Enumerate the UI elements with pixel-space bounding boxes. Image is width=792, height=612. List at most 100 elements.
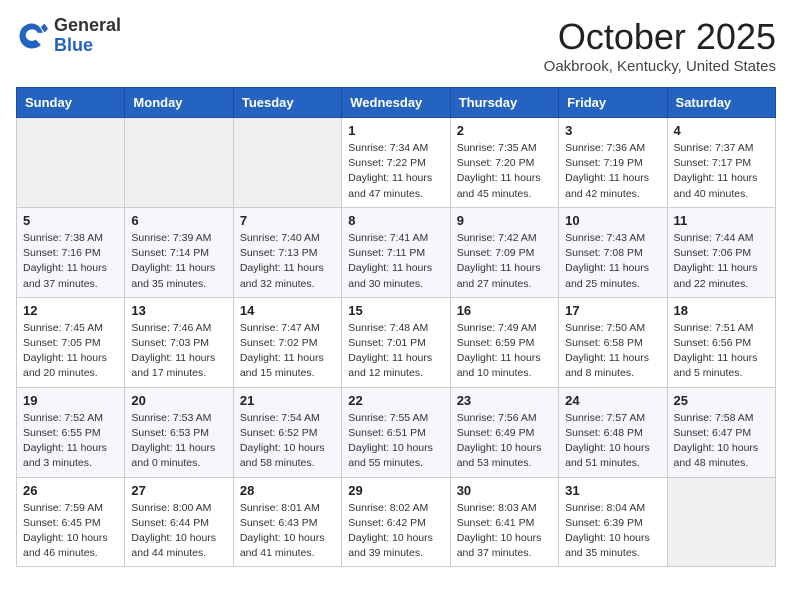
day-info: Sunrise: 7:46 AM Sunset: 7:03 PM Dayligh… [131,321,226,382]
day-number: 27 [131,483,226,498]
day-number: 8 [348,213,443,228]
day-info: Sunrise: 7:39 AM Sunset: 7:14 PM Dayligh… [131,231,226,292]
calendar-cell: 12 Sunrise: 7:45 AM Sunset: 7:05 PM Dayli… [17,297,125,387]
calendar-cell: 4 Sunrise: 7:37 AM Sunset: 7:17 PM Daylig… [667,118,775,208]
day-number: 22 [348,393,443,408]
calendar-week-row: 26Sunrise: 7:59 AM Sunset: 6:45 PM Dayli… [17,477,776,567]
weekday-header-monday: Monday [125,88,233,118]
calendar-cell: 6 Sunrise: 7:39 AM Sunset: 7:14 PM Daylig… [125,207,233,297]
day-number: 14 [240,303,335,318]
weekday-header-tuesday: Tuesday [233,88,341,118]
calendar-cell: 23 Sunrise: 7:56 AM Sunset: 6:49 PM Dayli… [450,387,558,477]
calendar-week-row: 19 Sunrise: 7:52 AM Sunset: 6:55 PM Dayli… [17,387,776,477]
calendar-cell: 26Sunrise: 7:59 AM Sunset: 6:45 PM Dayli… [17,477,125,567]
weekday-header-friday: Friday [559,88,667,118]
day-info: Sunrise: 8:00 AM Sunset: 6:44 PM Dayligh… [131,501,226,562]
day-info: Sunrise: 8:01 AM Sunset: 6:43 PM Dayligh… [240,501,335,562]
day-number: 24 [565,393,660,408]
logo: General Blue [16,16,121,56]
day-number: 23 [457,393,552,408]
day-info: Sunrise: 7:34 AM Sunset: 7:22 PM Dayligh… [348,141,443,202]
calendar-cell: 24Sunrise: 7:57 AM Sunset: 6:48 PM Dayli… [559,387,667,477]
day-info: Sunrise: 7:38 AM Sunset: 7:16 PM Dayligh… [23,231,118,292]
calendar-cell: 19 Sunrise: 7:52 AM Sunset: 6:55 PM Dayli… [17,387,125,477]
weekday-header-sunday: Sunday [17,88,125,118]
calendar-cell: 14Sunrise: 7:47 AM Sunset: 7:02 PM Dayli… [233,297,341,387]
day-number: 5 [23,213,118,228]
calendar-cell: 21Sunrise: 7:54 AM Sunset: 6:52 PM Dayli… [233,387,341,477]
calendar-cell: 9 Sunrise: 7:42 AM Sunset: 7:09 PM Daylig… [450,207,558,297]
calendar-cell: 16 Sunrise: 7:49 AM Sunset: 6:59 PM Dayli… [450,297,558,387]
day-info: Sunrise: 7:58 AM Sunset: 6:47 PM Dayligh… [674,411,769,472]
day-number: 9 [457,213,552,228]
day-number: 16 [457,303,552,318]
day-number: 6 [131,213,226,228]
calendar-cell [667,477,775,567]
day-number: 15 [348,303,443,318]
calendar-cell: 18Sunrise: 7:51 AM Sunset: 6:56 PM Dayli… [667,297,775,387]
day-info: Sunrise: 7:42 AM Sunset: 7:09 PM Dayligh… [457,231,552,292]
logo-icon [16,20,48,52]
page-header: General Blue October 2025 Oakbrook, Kent… [16,16,776,75]
weekday-header-row: SundayMondayTuesdayWednesdayThursdayFrid… [17,88,776,118]
day-number: 12 [23,303,118,318]
day-number: 30 [457,483,552,498]
calendar-week-row: 12 Sunrise: 7:45 AM Sunset: 7:05 PM Dayli… [17,297,776,387]
calendar-cell: 11Sunrise: 7:44 AM Sunset: 7:06 PM Dayli… [667,207,775,297]
day-number: 13 [131,303,226,318]
day-number: 31 [565,483,660,498]
day-number: 3 [565,123,660,138]
day-number: 2 [457,123,552,138]
day-info: Sunrise: 7:36 AM Sunset: 7:19 PM Dayligh… [565,141,660,202]
calendar-cell: 2 Sunrise: 7:35 AM Sunset: 7:20 PM Daylig… [450,118,558,208]
day-number: 20 [131,393,226,408]
day-number: 17 [565,303,660,318]
calendar-cell: 17 Sunrise: 7:50 AM Sunset: 6:58 PM Dayli… [559,297,667,387]
day-info: Sunrise: 7:49 AM Sunset: 6:59 PM Dayligh… [457,321,552,382]
day-number: 4 [674,123,769,138]
calendar-cell: 5 Sunrise: 7:38 AM Sunset: 7:16 PM Daylig… [17,207,125,297]
day-info: Sunrise: 7:56 AM Sunset: 6:49 PM Dayligh… [457,411,552,472]
calendar-cell: 28 Sunrise: 8:01 AM Sunset: 6:43 PM Dayli… [233,477,341,567]
calendar-cell: 3 Sunrise: 7:36 AM Sunset: 7:19 PM Daylig… [559,118,667,208]
day-info: Sunrise: 8:03 AM Sunset: 6:41 PM Dayligh… [457,501,552,562]
day-number: 10 [565,213,660,228]
day-info: Sunrise: 7:41 AM Sunset: 7:11 PM Dayligh… [348,231,443,292]
day-info: Sunrise: 7:53 AM Sunset: 6:53 PM Dayligh… [131,411,226,472]
day-info: Sunrise: 7:37 AM Sunset: 7:17 PM Dayligh… [674,141,769,202]
calendar-cell: 30 Sunrise: 8:03 AM Sunset: 6:41 PM Dayli… [450,477,558,567]
day-info: Sunrise: 7:51 AM Sunset: 6:56 PM Dayligh… [674,321,769,382]
day-number: 11 [674,213,769,228]
calendar-cell: 25 Sunrise: 7:58 AM Sunset: 6:47 PM Dayli… [667,387,775,477]
day-info: Sunrise: 7:40 AM Sunset: 7:13 PM Dayligh… [240,231,335,292]
calendar-cell: 1 Sunrise: 7:34 AM Sunset: 7:22 PM Daylig… [342,118,450,208]
calendar-cell: 20 Sunrise: 7:53 AM Sunset: 6:53 PM Dayli… [125,387,233,477]
day-info: Sunrise: 7:52 AM Sunset: 6:55 PM Dayligh… [23,411,118,472]
calendar-cell [233,118,341,208]
calendar-week-row: 5 Sunrise: 7:38 AM Sunset: 7:16 PM Daylig… [17,207,776,297]
month-title: October 2025 [544,16,776,58]
day-info: Sunrise: 7:48 AM Sunset: 7:01 PM Dayligh… [348,321,443,382]
day-number: 25 [674,393,769,408]
day-info: Sunrise: 7:43 AM Sunset: 7:08 PM Dayligh… [565,231,660,292]
logo-blue: Blue [54,36,121,56]
day-number: 28 [240,483,335,498]
calendar-cell: 13 Sunrise: 7:46 AM Sunset: 7:03 PM Dayli… [125,297,233,387]
calendar-cell: 22 Sunrise: 7:55 AM Sunset: 6:51 PM Dayli… [342,387,450,477]
day-info: Sunrise: 7:55 AM Sunset: 6:51 PM Dayligh… [348,411,443,472]
location: Oakbrook, Kentucky, United States [544,58,776,75]
day-info: Sunrise: 7:50 AM Sunset: 6:58 PM Dayligh… [565,321,660,382]
calendar-cell [17,118,125,208]
day-info: Sunrise: 7:45 AM Sunset: 7:05 PM Dayligh… [23,321,118,382]
day-number: 7 [240,213,335,228]
day-number: 1 [348,123,443,138]
logo-text: General Blue [54,16,121,56]
title-block: October 2025 Oakbrook, Kentucky, United … [544,16,776,75]
calendar-cell: 10 Sunrise: 7:43 AM Sunset: 7:08 PM Dayli… [559,207,667,297]
calendar-cell [125,118,233,208]
day-number: 19 [23,393,118,408]
calendar-cell: 27 Sunrise: 8:00 AM Sunset: 6:44 PM Dayli… [125,477,233,567]
calendar-cell: 31Sunrise: 8:04 AM Sunset: 6:39 PM Dayli… [559,477,667,567]
day-number: 29 [348,483,443,498]
day-info: Sunrise: 7:35 AM Sunset: 7:20 PM Dayligh… [457,141,552,202]
